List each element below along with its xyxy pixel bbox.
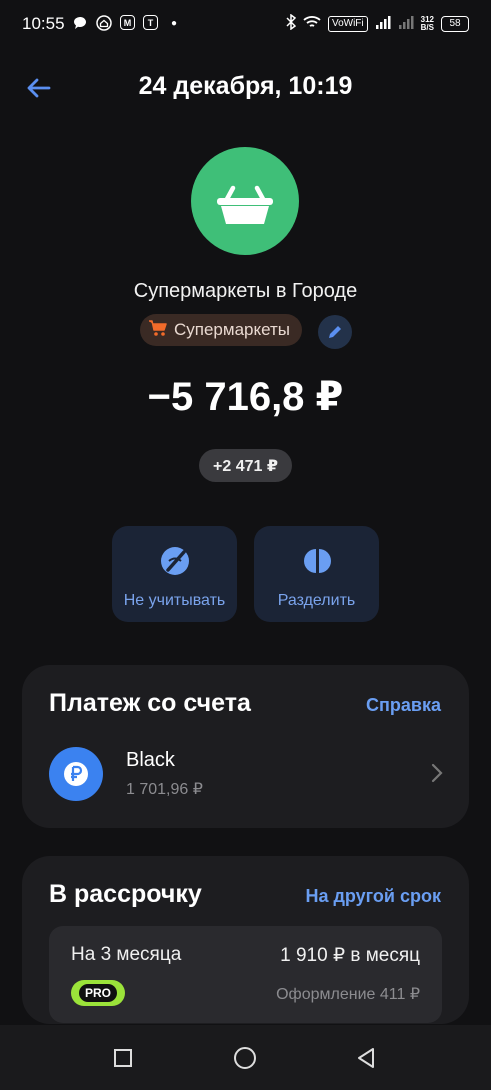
- m-app-icon: M: [120, 15, 135, 30]
- installment-fee: Оформление 411 ₽: [276, 986, 420, 1003]
- status-bar: 10:55 M T ● VoWiFi 312 B/S 58: [0, 0, 491, 50]
- back-arrow-icon: [27, 78, 51, 98]
- square-icon: [114, 1049, 132, 1067]
- chat-icon: [72, 15, 88, 31]
- other-term-link[interactable]: На другой срок: [305, 886, 441, 907]
- cart-icon: [148, 319, 168, 342]
- signal-icon-1: [375, 15, 391, 32]
- installment-option[interactable]: На 3 месяца 1 910 ₽ в месяц PRO Оформлен…: [49, 926, 442, 1023]
- cashback-badge[interactable]: +2 471 ₽: [199, 449, 292, 482]
- installment-card: В рассрочку На другой срок На 3 месяца 1…: [22, 856, 469, 1024]
- triangle-back-icon: [358, 1048, 374, 1068]
- payment-card: Платеж со счета Справка Black 1 701,96 ₽: [22, 665, 469, 828]
- merchant-name: Супермаркеты в Городе: [133, 280, 358, 302]
- status-time: 10:55: [22, 14, 65, 33]
- more-notifications-dot: ●: [170, 17, 178, 29]
- t-app-icon: T: [143, 15, 158, 30]
- installment-title: В рассрочку: [49, 880, 202, 908]
- back-nav-button[interactable]: [356, 1047, 376, 1074]
- back-button[interactable]: [22, 72, 54, 104]
- pro-badge: PRO: [71, 980, 125, 1006]
- exclude-button[interactable]: Не учитывать: [112, 526, 237, 622]
- account-logo: [49, 747, 103, 801]
- merchant-logo: [191, 147, 299, 255]
- split-label: Разделить: [277, 592, 356, 609]
- vowifi-badge: VoWiFi: [327, 15, 368, 32]
- system-nav-bar: [0, 1025, 491, 1090]
- eye-off-icon: [160, 547, 189, 575]
- pencil-icon: [329, 326, 341, 338]
- installment-period: На 3 месяца: [71, 944, 182, 965]
- signal-icon-2: [398, 15, 414, 32]
- exclude-label: Не учитывать: [123, 592, 226, 609]
- payment-title: Платеж со счета: [49, 689, 251, 717]
- page-title: 24 декабря, 10:19: [138, 72, 353, 100]
- recents-button[interactable]: [113, 1048, 133, 1073]
- battery-indicator: 58: [441, 15, 469, 32]
- ruble-icon: [64, 762, 88, 786]
- category-label: Супермаркеты: [174, 320, 291, 339]
- split-icon: [303, 549, 331, 573]
- account-balance: 1 701,96 ₽: [126, 781, 203, 798]
- transaction-amount: −5 716,8 ₽: [147, 375, 344, 419]
- status-right: VoWiFi 312 B/S 58: [286, 13, 469, 33]
- account-row[interactable]: Black 1 701,96 ₽: [22, 741, 469, 813]
- category-chip[interactable]: Супермаркеты: [140, 314, 303, 346]
- help-link[interactable]: Справка: [366, 695, 441, 716]
- home-icon: [96, 15, 112, 31]
- home-button[interactable]: [233, 1046, 257, 1075]
- edit-category-button[interactable]: [318, 315, 352, 349]
- network-speed: 312 B/S: [420, 14, 434, 32]
- wifi-icon: [303, 15, 321, 32]
- circle-icon: [234, 1047, 256, 1069]
- account-name: Black: [126, 749, 175, 771]
- bluetooth-icon: [286, 13, 297, 33]
- split-button[interactable]: Разделить: [254, 526, 379, 622]
- chevron-right-icon: [431, 763, 443, 788]
- installment-monthly: 1 910 ₽ в месяц: [280, 945, 420, 966]
- basket-icon: [217, 185, 273, 224]
- notification-icons: M T ●: [72, 15, 182, 31]
